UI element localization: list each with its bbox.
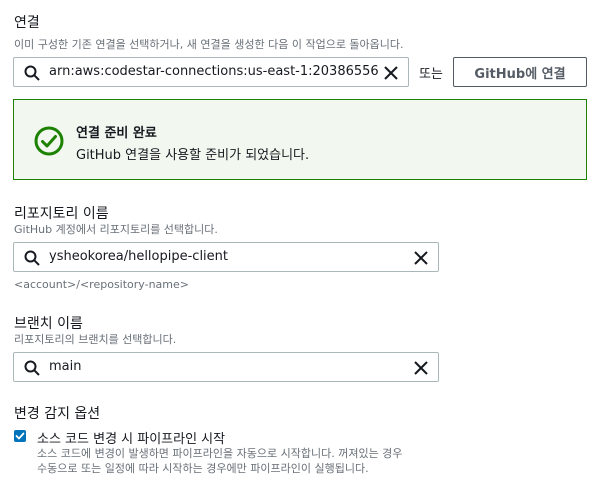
connect-to-github-button[interactable]: GitHub에 연결 [453,57,587,87]
checkbox-description-line: 수동으로 또는 일정에 따라 시작하는 경우에만 파이프라인이 실행됩니다. [37,462,369,475]
connection-input[interactable]: arn:aws:codestar-connections:us-east-1:2… [49,64,379,79]
start-pipeline-checkbox-description: 소스 코드에 변경이 발생하면 파이프라인을 자동으로 시작합니다. 꺼져있는 … [37,446,457,476]
change-detection-label: 변경 감지 옵션 [14,406,101,422]
clear-icon[interactable] [413,360,429,376]
branch-input[interactable]: main [49,359,81,374]
connection-label: 연결 [14,15,40,31]
check-circle-icon [34,126,64,156]
connection-field[interactable]: arn:aws:codestar-connections:us-east-1:2… [13,57,409,87]
clear-icon[interactable] [383,65,399,81]
repository-description: GitHub 계정에서 리포지토리를 선택합니다. [14,223,218,236]
repository-label: 리포지토리 이름 [14,206,109,222]
branch-label: 브랜치 이름 [14,316,83,332]
start-pipeline-checkbox-label[interactable]: 소스 코드 변경 시 파이프라인 시작 [37,428,225,447]
or-text: 또는 [419,67,443,82]
branch-field[interactable]: main [13,352,439,382]
branch-description: 리포지토리의 브랜치를 선택합니다. [14,333,177,346]
search-icon [24,250,40,266]
connection-description: 이미 구성한 기존 연결을 선택하거나, 새 연결을 생성한 다음 이 작업으로… [14,38,404,51]
clear-icon[interactable] [413,250,429,266]
start-pipeline-checkbox[interactable] [14,430,26,442]
checkmark-icon [15,432,25,440]
checkbox-description-line: 소스 코드에 변경이 발생하면 파이프라인을 자동으로 시작합니다. 꺼져있는 … [37,447,403,460]
alert-title: 연결 준비 완료 [76,126,157,141]
repository-hint: <account>/<repository-name> [14,278,189,291]
search-icon [24,65,40,81]
success-alert: 연결 준비 완료 GitHub 연결을 사용할 준비가 되었습니다. [13,99,587,180]
repository-field[interactable]: ysheokorea/hellopipe-client [13,242,439,272]
alert-message: GitHub 연결을 사용할 준비가 되었습니다. [76,148,310,163]
repository-input[interactable]: ysheokorea/hellopipe-client [49,249,228,264]
search-icon [24,360,40,376]
